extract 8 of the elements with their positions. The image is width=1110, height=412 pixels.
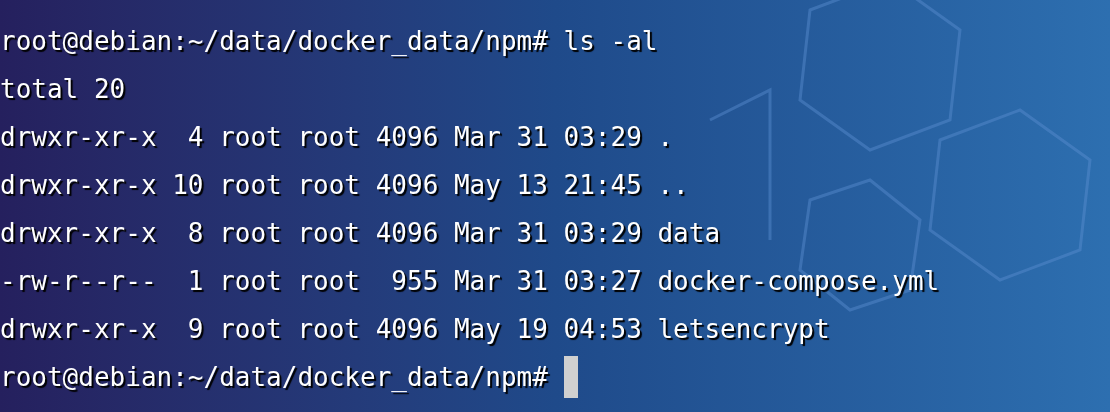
terminal-line: drwxr-xr-x 10 root root 4096 May 13 21:45 ..: [0, 169, 690, 202]
terminal-prompt: root@debian:~/data/docker_data/npm#: [0, 361, 549, 394]
terminal-line: drwxr-xr-x 8 root root 4096 Mar 31 03:29 data: [0, 217, 722, 250]
terminal-line: total 20: [0, 73, 127, 106]
terminal-line: drwxr-xr-x 9 root root 4096 May 19 04:53 letsencrypt: [0, 313, 831, 346]
terminal-line: drwxr-xr-x 4 root root 4096 Mar 31 03:29 .: [0, 121, 675, 154]
terminal-line: root@debian:~/data/docker_data/npm# ls -al: [0, 25, 659, 58]
terminal-line: -rw-r--r-- 1 root root 955 Mar 31 03:27 docker-compose.yml: [0, 265, 941, 298]
